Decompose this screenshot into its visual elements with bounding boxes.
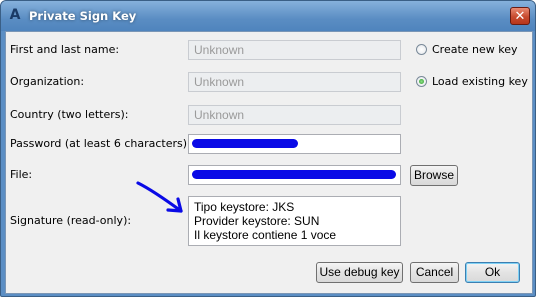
ok-button[interactable]: Ok xyxy=(465,262,520,283)
redaction-scribble xyxy=(192,170,396,179)
use-debug-key-button[interactable]: Use debug key xyxy=(316,262,403,283)
load-existing-key-label: Load existing key xyxy=(432,75,528,88)
create-new-key-radio[interactable] xyxy=(416,44,427,55)
file-field[interactable] xyxy=(188,165,401,185)
sign-key-dialog: A Private Sign Key ✕ First and last name… xyxy=(0,0,536,297)
load-existing-key-radio[interactable] xyxy=(416,76,427,87)
annotation-arrow-icon xyxy=(136,181,183,213)
password-label: Password (at least 6 characters): xyxy=(10,137,191,150)
browse-button[interactable]: Browse xyxy=(410,165,458,186)
title-bar[interactable]: A Private Sign Key ✕ xyxy=(1,1,535,31)
file-label: File: xyxy=(10,168,33,181)
country-field: Unknown xyxy=(188,105,401,125)
signature-line: Il keystore contiene 1 voce xyxy=(194,228,337,242)
window-title: Private Sign Key xyxy=(29,9,137,23)
signature-label: Signature (read-only): xyxy=(10,214,132,227)
radio-selected-dot xyxy=(419,79,424,84)
name-field: Unknown xyxy=(188,40,401,60)
create-new-key-label: Create new key xyxy=(432,43,518,56)
organization-field: Unknown xyxy=(188,72,401,92)
signature-textarea[interactable]: Tipo keystore: JKS Provider keystore: SU… xyxy=(188,196,401,246)
redaction-scribble xyxy=(192,139,298,148)
organization-label: Organization: xyxy=(10,75,85,88)
dialog-body: First and last name: Unknown Organizatio… xyxy=(5,31,533,294)
password-field[interactable] xyxy=(188,134,401,154)
close-button[interactable]: ✕ xyxy=(510,7,530,25)
signature-line: Tipo keystore: JKS xyxy=(194,200,295,214)
app-icon: A xyxy=(9,7,21,23)
signature-line: Provider keystore: SUN xyxy=(194,214,320,228)
name-label: First and last name: xyxy=(10,43,120,56)
cancel-button[interactable]: Cancel xyxy=(410,262,459,283)
country-label: Country (two letters): xyxy=(10,108,129,121)
